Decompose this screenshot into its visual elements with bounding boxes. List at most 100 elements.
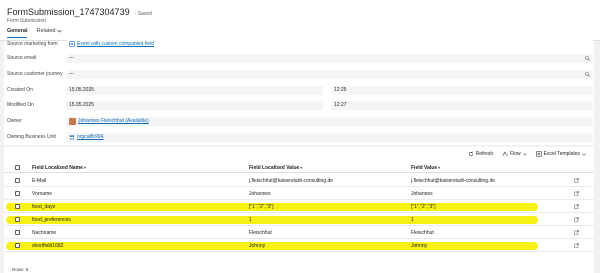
field-label: Source marketing form: [7, 41, 58, 47]
cell-localized-value: Johannes: [249, 190, 271, 197]
record-header: FormSubmission_1747304739 - Saved Form S…: [0, 0, 600, 41]
checkbox: [15, 165, 20, 170]
subgrid-command-bar: Refresh Flow Excel Templates: [468, 151, 586, 157]
field-value: ---: [69, 55, 74, 61]
row-checkbox[interactable]: [15, 240, 20, 251]
chevron-down-icon: ▾: [438, 165, 441, 170]
cell-name: food_preferences: [32, 216, 71, 223]
cell-localized-value: 1: [249, 216, 252, 223]
field-label: Source email: [7, 55, 37, 61]
flow-button[interactable]: Flow: [502, 151, 527, 157]
row-checkbox[interactable]: [15, 227, 20, 238]
field-label: Owning Business Unit: [7, 134, 56, 140]
open-record-icon[interactable]: [574, 240, 579, 251]
chevron-down-icon: [522, 153, 527, 156]
form-icon: [69, 41, 75, 47]
open-record-icon[interactable]: [574, 214, 579, 225]
entity-name: Form Submission: [7, 18, 46, 24]
source-marketing-form-lookup[interactable]: Event with custom compabled field: [66, 39, 593, 49]
open-record-icon[interactable]: [574, 175, 579, 186]
time-value: 12:27: [334, 102, 347, 108]
tab-list: General Related: [7, 28, 63, 38]
owner-link[interactable]: Johannes Fleischhut (Available): [78, 118, 149, 124]
open-record-icon[interactable]: [574, 188, 579, 199]
select-all-checkbox[interactable]: [15, 163, 20, 172]
save-status: - Saved: [134, 11, 152, 17]
chevron-down-icon: [57, 29, 63, 33]
owning-business-unit-link[interactable]: orgca8b994: [77, 134, 103, 140]
cell-value: ["1","2","3"]: [411, 203, 436, 210]
excel-templates-button[interactable]: Excel Templates: [535, 151, 586, 157]
source-email-input[interactable]: ---: [66, 53, 593, 63]
cell-localized-value: j.fleischhut@kaiserstadt-consulting.de: [249, 177, 334, 184]
field-label: Modified On: [7, 102, 34, 108]
row-checkbox[interactable]: [15, 188, 20, 199]
checkbox: [15, 204, 20, 209]
grid-header-row: Field Localized Name ▾ Field Localized Va…: [4, 163, 594, 173]
modified-on-date[interactable]: 15.05.2025: [66, 100, 323, 110]
cell-value: Johannes: [411, 190, 433, 197]
cell-name: food_days: [32, 203, 56, 210]
search-icon[interactable]: [585, 55, 590, 61]
column-header-label: Field Value: [411, 164, 438, 171]
refresh-button[interactable]: Refresh: [468, 151, 494, 157]
row-checkbox[interactable]: [15, 201, 20, 212]
owning-business-unit-lookup[interactable]: orgca8b994: [66, 132, 593, 142]
column-header-name[interactable]: Field Localized Name ▾: [32, 163, 86, 172]
column-header-localized-value[interactable]: Field Localized Value ▾: [249, 163, 302, 172]
source-customer-journey-input[interactable]: ---: [66, 69, 593, 79]
tab-related-label: Related: [36, 28, 56, 34]
tab-related[interactable]: Related: [36, 28, 63, 34]
flow-icon: [502, 151, 508, 156]
created-on-time[interactable]: 12:25: [331, 85, 593, 95]
record-title: FormSubmission_1747304739: [7, 7, 130, 17]
table-row[interactable]: Nachname Fleischhut Fleischhut: [4, 227, 594, 239]
cell-value: Johnny: [411, 242, 428, 249]
tab-general[interactable]: General: [7, 28, 28, 38]
refresh-label: Refresh: [475, 151, 494, 157]
date-value: 15.05.2025: [69, 87, 95, 93]
modified-on-time[interactable]: 12:27: [331, 100, 593, 110]
title-row: FormSubmission_1747304739 - Saved: [7, 7, 152, 17]
form-section: Source marketing form Event with custom …: [4, 39, 594, 145]
cell-localized-value: Fleischhut: [249, 229, 272, 236]
time-value: 12:25: [334, 87, 347, 93]
table-row[interactable]: Vorname Johannes Johannes: [4, 188, 594, 200]
field-value: ---: [69, 71, 74, 77]
created-on-date[interactable]: 15.05.2025: [66, 85, 323, 95]
chevron-down-icon: ▾: [83, 165, 86, 170]
refresh-icon: [468, 151, 473, 157]
table-row[interactable]: E-Mail j.fleischhut@kaiserstadt-consultin…: [4, 175, 594, 187]
cell-value: Fleischhut: [411, 229, 434, 236]
cell-localized-value: ["1","2","3"]: [249, 203, 274, 210]
cell-name: E-Mail: [32, 177, 47, 184]
business-unit-icon: [69, 134, 75, 140]
excel-templates-label: Excel Templates: [543, 151, 580, 157]
row-checkbox[interactable]: [15, 214, 20, 225]
chevron-down-icon: ▾: [300, 165, 303, 170]
search-icon[interactable]: [585, 71, 590, 77]
cell-value: j.fleischhut@kaiserstadt-consulting.de: [411, 177, 496, 184]
cell-name: Vorname: [32, 190, 53, 197]
source-marketing-form-link[interactable]: Event with custom compabled field: [77, 41, 154, 47]
excel-icon: [535, 151, 542, 157]
tab-general-label: General: [7, 28, 28, 34]
open-record-icon[interactable]: [574, 201, 579, 212]
column-header-value[interactable]: Field Value ▾: [411, 163, 440, 172]
checkbox: [15, 230, 20, 235]
table-row[interactable]: food_days ["1","2","3"] ["1","2","3"]: [4, 201, 594, 213]
rows-count: Rows: 6: [12, 267, 29, 272]
column-header-label: Field Localized Value: [249, 164, 300, 171]
open-record-icon[interactable]: [574, 227, 579, 238]
form-fields-subgrid: Refresh Flow Excel Templates Field Local…: [4, 147, 594, 273]
table-row[interactable]: shortfield1682 Johnny Johnny: [4, 240, 594, 252]
owner-lookup[interactable]: Johannes Fleischhut (Available): [66, 116, 593, 126]
cell-name: Nachname: [32, 229, 57, 236]
row-checkbox[interactable]: [15, 175, 20, 186]
chevron-down-icon: [582, 153, 586, 156]
date-value: 15.05.2025: [69, 102, 95, 108]
checkbox: [15, 217, 20, 222]
column-header-label: Field Localized Name: [32, 164, 83, 171]
field-label: Source customer journey: [7, 71, 63, 77]
table-row[interactable]: food_preferences 1 1: [4, 214, 594, 226]
